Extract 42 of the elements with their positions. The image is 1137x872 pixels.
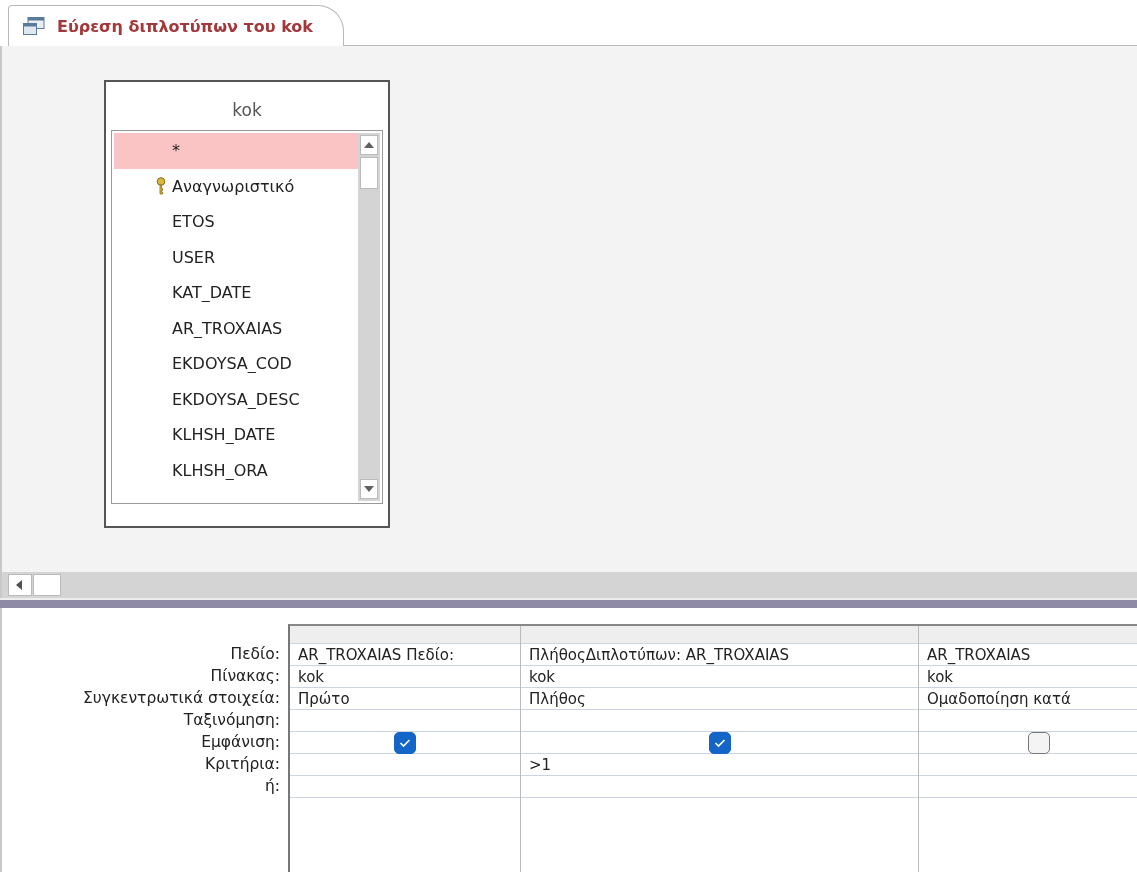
scroll-up-icon[interactable] bbox=[360, 135, 378, 155]
field-list-item[interactable]: AR_TROXAIAS bbox=[114, 310, 358, 346]
field-list-item[interactable]: KLHSH_DATE bbox=[114, 417, 358, 453]
grid-cell-text[interactable]: kok bbox=[529, 667, 555, 686]
table-title: kok bbox=[232, 99, 262, 122]
row-label: Πίνακας: bbox=[209, 666, 280, 687]
checkmark-icon bbox=[399, 737, 411, 748]
horizontal-scrollbar[interactable] bbox=[0, 572, 1137, 598]
checkmark-icon bbox=[713, 737, 726, 748]
grid-cell-text[interactable]: Ομαδοποίηση κατά bbox=[927, 689, 1071, 708]
field-list-item[interactable]: ETOS bbox=[114, 204, 358, 240]
grid-cell-text[interactable]: Πλήθος bbox=[529, 689, 586, 708]
field-list-item[interactable]: KLHSH_ORA bbox=[114, 452, 358, 488]
scroll-thumb[interactable] bbox=[33, 574, 61, 596]
field-list-item[interactable]: EKDOYSA_DESC bbox=[114, 381, 358, 417]
field-list-item[interactable]: EKDOYSA_COD bbox=[114, 346, 358, 382]
row-label: ή: bbox=[263, 776, 280, 797]
grid-cell-text[interactable]: kok bbox=[927, 667, 953, 686]
show-checkbox[interactable] bbox=[1028, 731, 1050, 754]
vertical-scrollbar[interactable] bbox=[358, 133, 380, 501]
row-label: Ταξινόμηση: bbox=[182, 710, 280, 731]
field-list-item[interactable]: KAT_DATE bbox=[114, 275, 358, 311]
field-list-item[interactable]: USER bbox=[114, 239, 358, 275]
scroll-down-icon[interactable] bbox=[360, 479, 378, 499]
show-checkbox[interactable] bbox=[394, 731, 416, 754]
grid-cell-text[interactable]: Πρώτο bbox=[298, 689, 350, 708]
grid-cell-text[interactable]: kok bbox=[298, 667, 324, 686]
grid-cell-text[interactable]: >1 bbox=[529, 755, 552, 774]
scroll-left-icon[interactable] bbox=[8, 574, 32, 596]
row-label: Συγκεντρωτικά στοιχεία: bbox=[82, 688, 280, 709]
scroll-thumb[interactable] bbox=[360, 157, 378, 189]
query-tab[interactable]: Εύρεση διπλοτύπων του kok bbox=[8, 5, 344, 46]
grid-cell-text[interactable]: ΠλήθοςΔιπλοτύπων: AR_TROXAIAS bbox=[529, 645, 790, 664]
show-checkbox[interactable] bbox=[708, 731, 731, 754]
row-label: Πεδίο: bbox=[229, 644, 280, 665]
field-list-item[interactable]: Αναγνωριστικό bbox=[114, 168, 358, 204]
row-label: Κριτήρια: bbox=[204, 754, 280, 775]
row-label: Εμφάνιση: bbox=[200, 732, 280, 753]
field-list-item[interactable]: * bbox=[114, 133, 358, 169]
grid-cell-text[interactable]: AR_TROXAIAS bbox=[927, 645, 1031, 664]
grid-cell-text[interactable]: AR_TROXAIAS Πεδίο: bbox=[298, 645, 454, 664]
query-icon bbox=[23, 17, 45, 35]
